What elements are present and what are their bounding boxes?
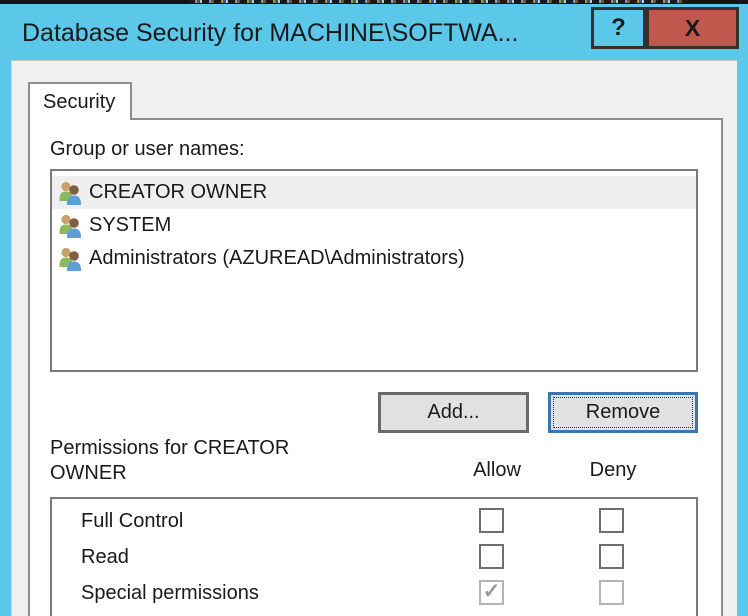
background-window-text-sliver bbox=[188, 0, 688, 3]
group-user-list[interactable]: CREATOR OWNER SYSTEM Administrators (AZU… bbox=[50, 169, 698, 372]
permission-row: Full Control bbox=[52, 503, 696, 539]
user-name: Administrators (AZUREAD\Administrators) bbox=[89, 247, 465, 269]
deny-column-header: Deny bbox=[589, 459, 637, 481]
deny-checkbox bbox=[599, 580, 624, 605]
tab-security[interactable]: Security bbox=[28, 82, 132, 120]
help-icon: ? bbox=[611, 14, 626, 41]
allow-checkbox[interactable] bbox=[479, 544, 504, 569]
users-icon bbox=[59, 181, 81, 205]
window-title: Database Security for MACHINE\SOFTWA... bbox=[22, 19, 519, 47]
deny-checkbox[interactable] bbox=[599, 544, 624, 569]
group-user-names-label: Group or user names: bbox=[50, 138, 245, 160]
permission-name: Read bbox=[81, 545, 129, 568]
permissions-list: Full Control Read Special permissions ✓ bbox=[50, 497, 698, 616]
user-list-item[interactable]: Administrators (AZUREAD\Administrators) bbox=[52, 242, 696, 275]
user-list-item[interactable]: CREATOR OWNER bbox=[52, 176, 696, 209]
permission-name: Full Control bbox=[81, 509, 184, 532]
user-name: SYSTEM bbox=[89, 214, 172, 236]
permission-name: Special permissions bbox=[81, 581, 259, 604]
permission-row: Read bbox=[52, 539, 696, 575]
remove-button-label: Remove bbox=[585, 401, 661, 423]
dialog-window: Database Security for MACHINE\SOFTWA... … bbox=[0, 0, 748, 616]
user-list-item[interactable]: SYSTEM bbox=[52, 209, 696, 242]
allow-checkbox: ✓ bbox=[479, 580, 504, 605]
deny-checkbox[interactable] bbox=[599, 508, 624, 533]
user-name: CREATOR OWNER bbox=[89, 181, 268, 203]
tab-security-label: Security bbox=[43, 90, 116, 113]
help-button[interactable]: ? bbox=[591, 7, 646, 49]
add-button[interactable]: Add... bbox=[378, 392, 529, 433]
allow-checkbox[interactable] bbox=[479, 508, 504, 533]
close-button[interactable]: X bbox=[646, 7, 739, 49]
remove-button[interactable]: Remove bbox=[548, 392, 698, 433]
close-icon: X bbox=[684, 14, 701, 41]
users-icon bbox=[59, 247, 81, 271]
add-button-label: Add... bbox=[427, 401, 480, 423]
permissions-for-label: Permissions for CREATOR OWNER bbox=[50, 437, 290, 484]
permission-row: Special permissions ✓ bbox=[52, 575, 696, 611]
titlebar[interactable]: Database Security for MACHINE\SOFTWA... … bbox=[0, 4, 748, 60]
users-icon bbox=[59, 214, 81, 238]
allow-column-header: Allow bbox=[473, 459, 521, 481]
